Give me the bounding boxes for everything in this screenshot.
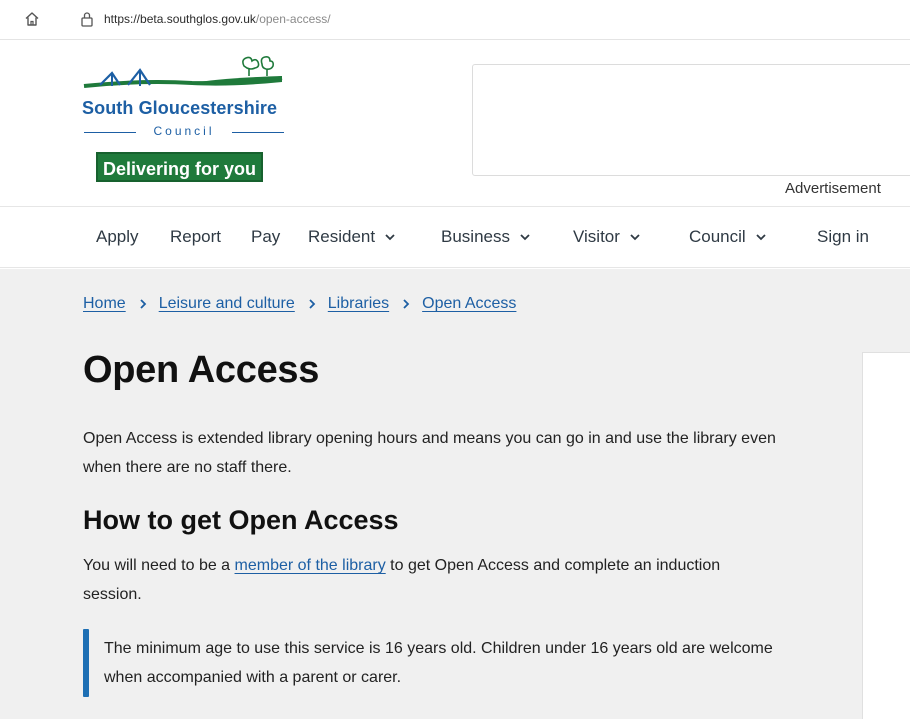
section-heading: How to get Open Access [83,505,399,535]
member-of-the-library-link[interactable]: member of the library [235,557,386,574]
nav-item-label: Pay [251,227,281,246]
nav-item-apply[interactable]: Apply [96,227,139,247]
url-host: https://beta.southglos.gov.uk [104,12,256,26]
intro-paragraph: Open Access is extended library opening … [83,430,776,476]
nav-item-resident[interactable]: Resident [308,227,397,247]
callout-accent-bar [83,629,89,697]
breadcrumb: Home Leisure and culture Libraries Open … [83,295,516,313]
main-content: Home Leisure and culture Libraries Open … [0,269,910,719]
nav-item-sign-in[interactable]: Sign in [817,227,869,247]
page-title: Open Access [83,349,320,391]
browser-address-bar: https://beta.southglos.gov.uk/open-acces… [0,0,910,40]
logo-tagline-part2: for you [195,159,257,179]
logo-rule-left [84,132,136,133]
membership-paragraph: You will need to be a member of the libr… [83,551,783,609]
logo-rule-right [232,132,284,133]
chevron-right-icon [309,299,316,309]
chevron-right-icon [403,299,410,309]
bridge-and-trees-logo-icon [83,56,283,88]
chevron-down-icon [385,234,395,241]
logo-tagline: Delivering for you [96,152,264,182]
nav-item-report[interactable]: Report [170,227,221,247]
nav-item-label: Visitor [573,227,620,246]
nav-item-label: Business [441,227,510,246]
nav-item-pay[interactable]: Pay [251,227,280,247]
advertisement-label: Advertisement [785,180,881,197]
council-logo[interactable]: South Gloucestershire Council Delivering… [82,56,292,186]
url-field[interactable]: https://beta.southglos.gov.uk/open-acces… [104,12,331,26]
main-navigation: Apply Report Pay Resident Business Visit… [0,206,910,268]
nav-item-label: Apply [96,227,139,246]
logo-council-row: Council [82,124,286,140]
logo-tagline-part1: Delivering [103,159,191,179]
nav-item-visitor[interactable]: Visitor [573,227,642,247]
chevron-right-icon [140,299,146,309]
nav-item-label: Resident [308,227,376,246]
breadcrumb-open-access[interactable]: Open Access [422,295,516,313]
site-header: South Gloucestershire Council Delivering… [0,40,910,206]
side-panel [862,352,910,719]
lock-icon[interactable] [80,11,94,27]
logo-council: Council [153,124,215,138]
callout-text: The minimum age to use this service is 1… [104,640,773,686]
logo-name: South Gloucestershire [82,98,278,118]
nav-item-label: Report [170,227,222,246]
age-notice-callout: The minimum age to use this service is 1… [83,629,803,697]
breadcrumb-home[interactable]: Home [83,295,126,313]
chevron-down-icon [520,234,530,241]
chevron-down-icon [630,234,640,241]
nav-item-label: Sign in [817,227,869,246]
nav-item-council[interactable]: Council [689,227,768,247]
breadcrumb-leisure-and-culture[interactable]: Leisure and culture [159,295,295,313]
paragraph-text-before-link: You will need to be a [83,557,235,574]
nav-item-business[interactable]: Business [441,227,532,247]
home-icon[interactable] [24,11,40,27]
nav-item-label: Council [689,227,746,246]
breadcrumb-libraries[interactable]: Libraries [328,295,389,313]
chevron-down-icon [756,234,766,241]
advertisement-box[interactable] [472,64,910,176]
url-path: /open-access/ [255,12,331,26]
